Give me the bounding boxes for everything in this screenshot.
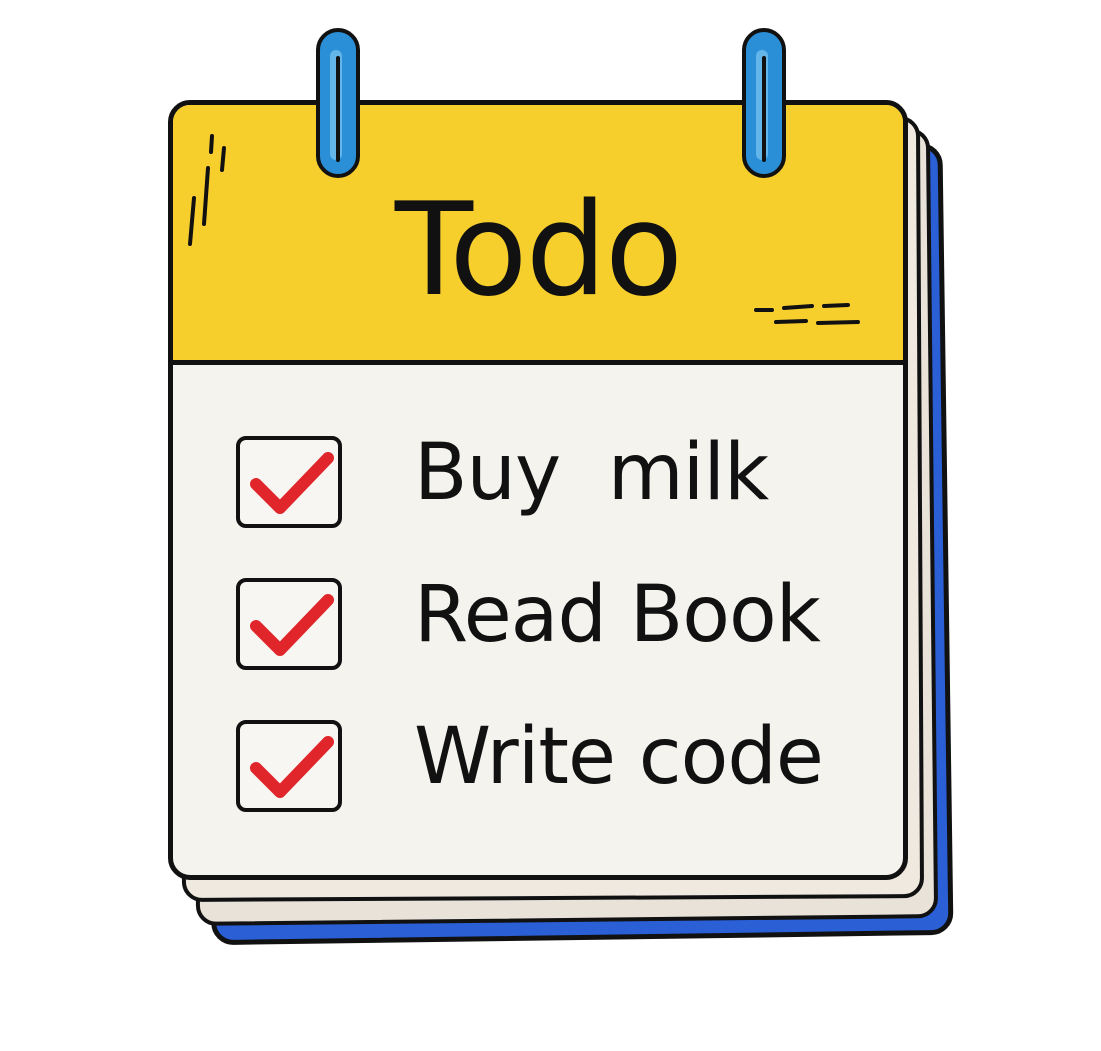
checkbox-read-book[interactable] [236, 578, 342, 670]
todo-item-label: Write code [414, 712, 824, 802]
todo-item-label: Buy milk [414, 428, 769, 518]
todo-calendar-illustration: Todo Buy milk Read Book Write code [0, 0, 1101, 1051]
sketch-marks-icon [188, 134, 226, 246]
sketch-dashes-icon [754, 303, 860, 325]
todo-item: Write code [232, 712, 872, 812]
binder-ring-icon [316, 28, 360, 178]
checkmark-icon [250, 452, 334, 514]
checkmark-icon [250, 594, 334, 656]
checkbox-buy-milk[interactable] [236, 436, 342, 528]
checkmark-icon [250, 736, 334, 798]
todo-item: Read Book [232, 570, 872, 670]
todo-item-label: Read Book [414, 570, 821, 660]
todo-item: Buy milk [232, 428, 872, 528]
binder-ring-icon [742, 28, 786, 178]
checkbox-write-code[interactable] [236, 720, 342, 812]
